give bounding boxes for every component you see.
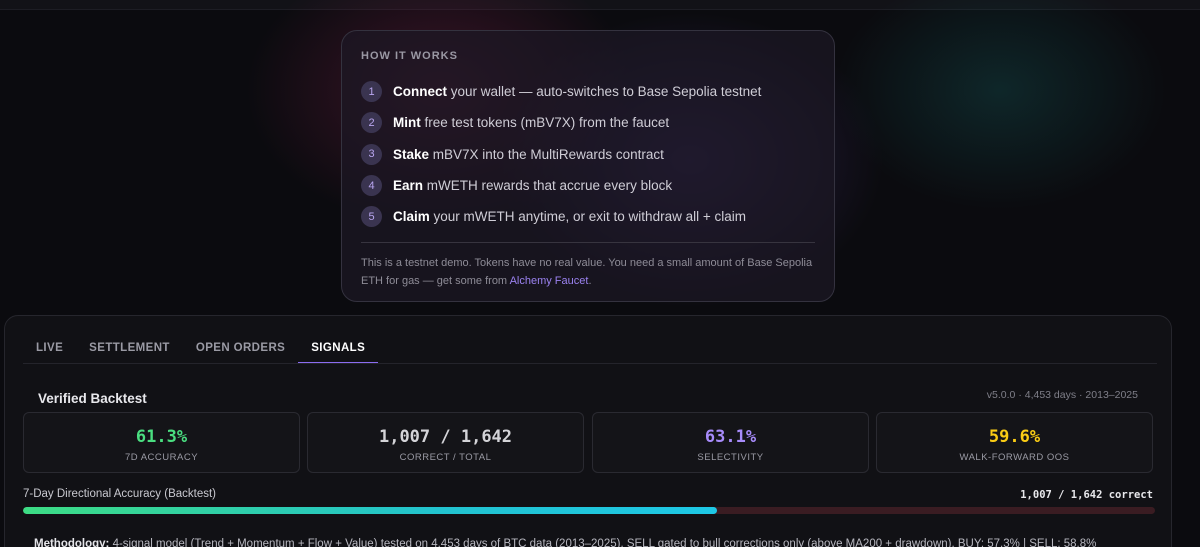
stat-value: 61.3% <box>135 427 188 447</box>
step-bold: Earn <box>393 178 424 194</box>
how-it-works-steps: 1 Connect your wallet — auto-switches to… <box>361 76 815 232</box>
stat-label: CORRECT / TOTAL <box>399 452 492 463</box>
step-connect: 1 Connect your wallet — auto-switches to… <box>361 76 815 107</box>
step-text: Claim your mWETH anytime, or exit to wit… <box>393 209 746 224</box>
tab-divider <box>23 363 1157 364</box>
step-stake: 3 Stake mBV7X into the MultiRewards cont… <box>361 139 815 170</box>
alchemy-faucet-link[interactable]: Alchemy Faucet <box>510 275 589 287</box>
step-rest: your mWETH anytime, or exit to withdraw … <box>429 209 746 225</box>
step-rest: mWETH rewards that accrue every block <box>423 178 673 194</box>
tab-settlement[interactable]: SETTLEMENT <box>76 335 183 364</box>
methodology-label: Methodology: <box>34 538 110 547</box>
backtest-meta: v5.0.0 · 4,453 days · 2013–2025 <box>986 389 1138 401</box>
accuracy-progress-fill <box>23 507 717 514</box>
step-number: 1 <box>361 81 382 103</box>
divider <box>361 242 815 244</box>
accuracy-bar-count: 1,007 / 1,642 correct <box>1020 489 1153 501</box>
step-text: Connect your wallet — auto-switches to B… <box>393 84 761 99</box>
step-rest: free test tokens (mBV7X) from the faucet <box>420 115 670 131</box>
accuracy-progress-bar <box>23 507 1155 514</box>
stats-row: 61.3% 7D ACCURACY 1,007 / 1,642 CORRECT … <box>23 412 1155 473</box>
accuracy-bar-label: 7-Day Directional Accuracy (Backtest) <box>23 488 217 500</box>
stat-value: 59.6% <box>988 427 1041 447</box>
background-glow-teal <box>820 0 1180 220</box>
stat-card-accuracy: 61.3% 7D ACCURACY <box>23 412 300 473</box>
step-bold: Connect <box>393 84 447 100</box>
methodology-body: 4-signal model (Trend + Momentum + Flow … <box>109 538 1097 547</box>
note-end: . <box>588 275 592 288</box>
top-nav-bar <box>0 0 1200 10</box>
stat-value: 63.1% <box>704 427 757 447</box>
step-mint: 2 Mint free test tokens (mBV7X) from the… <box>361 107 815 138</box>
tab-signals[interactable]: SIGNALS <box>298 335 379 364</box>
how-it-works-title: HOW IT WORKS <box>361 50 458 62</box>
step-text: Stake mBV7X into the MultiRewards contra… <box>393 147 664 162</box>
step-bold: Claim <box>393 209 430 225</box>
stat-value: 1,007 / 1,642 <box>378 427 513 447</box>
step-rest: your wallet — auto-switches to Base Sepo… <box>447 84 762 100</box>
step-bold: Mint <box>393 115 421 131</box>
tab-open-orders[interactable]: OPEN ORDERS <box>183 335 298 364</box>
step-text: Mint free test tokens (mBV7X) from the f… <box>393 115 669 130</box>
step-number: 2 <box>361 112 382 134</box>
tab-bar: LIVE SETTLEMENT OPEN ORDERS SIGNALS <box>23 335 379 364</box>
methodology-text: Methodology: 4-signal model (Trend + Mom… <box>34 538 1164 547</box>
step-text: Earn mWETH rewards that accrue every blo… <box>393 178 672 193</box>
tab-live[interactable]: LIVE <box>23 335 76 364</box>
stat-card-correct-total: 1,007 / 1,642 CORRECT / TOTAL <box>307 412 584 473</box>
step-number: 4 <box>361 175 382 197</box>
stat-label: SELECTIVITY <box>697 452 764 463</box>
step-bold: Stake <box>393 146 430 162</box>
step-earn: 4 Earn mWETH rewards that accrue every b… <box>361 170 815 201</box>
step-claim: 5 Claim your mWETH anytime, or exit to w… <box>361 201 815 232</box>
how-it-works-card: HOW IT WORKS 1 Connect your wallet — aut… <box>341 30 835 302</box>
stat-card-selectivity: 63.1% SELECTIVITY <box>592 412 869 473</box>
stat-label: 7D ACCURACY <box>124 452 199 463</box>
stat-card-walk-forward: 59.6% WALK-FORWARD OOS <box>876 412 1153 473</box>
signals-panel: LIVE SETTLEMENT OPEN ORDERS SIGNALS Veri… <box>4 315 1172 547</box>
backtest-title: Verified Backtest <box>38 391 147 406</box>
step-number: 5 <box>361 206 382 228</box>
testnet-note: This is a testnet demo. Tokens have no r… <box>361 254 815 290</box>
step-rest: mBV7X into the MultiRewards contract <box>429 146 664 162</box>
step-number: 3 <box>361 143 382 165</box>
stat-label: WALK-FORWARD OOS <box>959 452 1070 463</box>
